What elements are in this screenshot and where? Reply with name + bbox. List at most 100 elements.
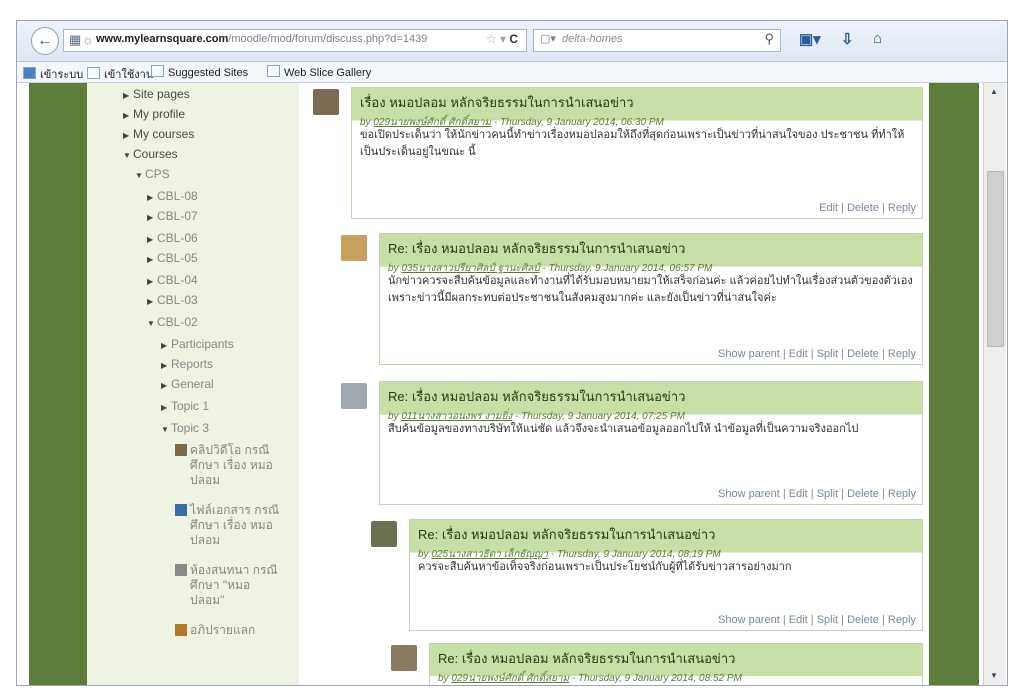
bookmarks-menu-icon[interactable]: ▣▾ [799, 30, 821, 48]
sidebar-resource[interactable]: ไฟล์เอกสาร กรณี ศึกษา เรื่อง หมอ ปลอม [175, 503, 279, 548]
sidebar-resource[interactable]: ห้องสนทนา กรณี ศึกษา "หมอ ปลอม" [175, 563, 278, 608]
reply-link[interactable]: Reply [888, 202, 916, 214]
sidebar-resource[interactable]: อภิปรายแลก [175, 623, 255, 638]
sidebar-item[interactable]: ▶ CBL-05 [147, 251, 198, 265]
sidebar-item[interactable]: ▶ CBL-08 [147, 189, 198, 203]
sidebar-item[interactable]: ▶ Participants [161, 337, 234, 351]
sidebar-item[interactable]: ▶ CBL-04 [147, 273, 198, 287]
delete-link[interactable]: Delete [847, 202, 879, 214]
sidebar-item-label: Site pages [133, 87, 190, 101]
scrollbar-thumb[interactable] [987, 171, 1004, 347]
sidebar-item[interactable]: ▼ CPS [135, 167, 170, 181]
reply-link[interactable]: Reply [888, 614, 916, 626]
author-link[interactable]: 029นายพงษ์ศักดิ์ ศักดิ์สยาม [451, 673, 569, 684]
sidebar-item[interactable]: ▶ Site pages [123, 87, 190, 101]
avatar[interactable] [371, 521, 397, 547]
collapsed-arrow-icon[interactable]: ▶ [147, 213, 157, 222]
collapsed-arrow-icon[interactable]: ▶ [147, 235, 157, 244]
edit-link[interactable]: Edit [789, 348, 808, 360]
reply-link[interactable]: Reply [888, 488, 916, 500]
forum-post: Re: เรื่อง หมอปลอม หลักจริยธรรมในการนำเส… [429, 643, 923, 685]
avatar[interactable] [391, 645, 417, 671]
search-engine-icon[interactable]: ▢▾ [540, 32, 556, 45]
expanded-arrow-icon[interactable]: ▼ [135, 171, 145, 180]
post-body: นักข่าวควรจะสืบค้นข้อมูลและทำงานที่ได้รั… [380, 266, 922, 313]
collapsed-arrow-icon[interactable]: ▶ [147, 297, 157, 306]
star-icon[interactable]: ☆ [486, 32, 497, 46]
sidebar-item-label: CPS [145, 167, 170, 181]
sidebar-item[interactable]: ▶ CBL-06 [147, 231, 198, 245]
bookmark-item[interactable]: เข้าระบบ [23, 65, 83, 83]
browser-toolbar: ← ▦ ☼ www.mylearnsquare.com/moodle/mod/f… [17, 21, 1007, 62]
post-commands: Show parent | Edit | Split | Delete | Re… [718, 488, 916, 500]
avatar[interactable] [313, 89, 339, 115]
home-icon[interactable]: ⌂ [873, 30, 882, 47]
sidebar-item-label: Topic 3 [171, 421, 210, 435]
sidebar-item[interactable]: ▶ General [161, 377, 214, 391]
show-parent-link[interactable]: Show parent [718, 348, 780, 360]
sidebar-item[interactable]: ▼ Topic 3 [161, 421, 209, 435]
reply-link[interactable]: Reply [888, 348, 916, 360]
search-icon[interactable]: ⚲ [764, 31, 774, 47]
collapsed-arrow-icon[interactable]: ▶ [147, 255, 157, 264]
sidebar-item[interactable]: ▼ Courses [123, 147, 178, 161]
collapsed-arrow-icon[interactable]: ▶ [161, 403, 171, 412]
sidebar-item[interactable]: ▶ CBL-07 [147, 209, 198, 223]
url-text: www.mylearnsquare.com/moodle/mod/forum/d… [96, 33, 428, 45]
byline-prefix: by [438, 673, 449, 684]
download-icon[interactable]: ⇩ [841, 30, 854, 48]
sidebar-item[interactable]: ▶ Topic 1 [161, 399, 209, 413]
sidebar-item[interactable]: ▶ My courses [123, 127, 194, 141]
collapsed-arrow-icon[interactable]: ▶ [147, 277, 157, 286]
split-link[interactable]: Split [817, 614, 838, 626]
back-button[interactable]: ← [31, 27, 59, 55]
edit-link[interactable]: Edit [789, 488, 808, 500]
sidebar-item-label: CBL-03 [157, 293, 198, 307]
collapsed-arrow-icon[interactable]: ▶ [123, 91, 133, 100]
delete-link[interactable]: Delete [847, 348, 879, 360]
bookmark-item[interactable]: เข้าใช้งาน [87, 65, 153, 83]
post-subject: Re: เรื่อง หมอปลอม หลักจริยธรรมในการนำเส… [418, 527, 716, 542]
expanded-arrow-icon[interactable]: ▼ [123, 151, 133, 160]
show-parent-link[interactable]: Show parent [718, 614, 780, 626]
show-parent-link[interactable]: Show parent [718, 488, 780, 500]
sidebar-item[interactable]: ▶ CBL-03 [147, 293, 198, 307]
post-subject: เรื่อง หมอปลอม หลักจริยธรรมในการนำเสนอข่… [360, 95, 634, 110]
collapsed-arrow-icon[interactable]: ▶ [123, 131, 133, 140]
collapsed-arrow-icon[interactable]: ▶ [161, 381, 171, 390]
avatar[interactable] [341, 235, 367, 261]
collapsed-arrow-icon[interactable]: ▶ [147, 193, 157, 202]
sidebar-item-label: CBL-07 [157, 209, 198, 223]
expanded-arrow-icon[interactable]: ▼ [161, 425, 171, 434]
address-bar[interactable]: ▦ ☼ www.mylearnsquare.com/moodle/mod/for… [63, 29, 527, 52]
sidebar-item[interactable]: ▶ Reports [161, 357, 213, 371]
sidebar-resource[interactable]: คลิปวิดีโอ กรณี ศึกษา เรื่อง หมอ ปลอม [175, 443, 273, 488]
collapsed-arrow-icon[interactable]: ▶ [161, 341, 171, 350]
delete-link[interactable]: Delete [847, 614, 879, 626]
bookmark-item[interactable]: Web Slice Gallery [267, 65, 371, 79]
scroll-down-icon[interactable]: ▼ [990, 671, 998, 680]
post-date: - Thursday, 9 January 2014, 08:52 PM [569, 673, 742, 684]
theme-border-right [929, 83, 979, 685]
search-box[interactable]: ▢▾ delta-homes ⚲ [533, 29, 781, 52]
collapsed-arrow-icon[interactable]: ▶ [123, 111, 133, 120]
resource-label: ปลอม" [190, 593, 225, 607]
dropdown-icon[interactable]: ▾ [500, 32, 506, 46]
reload-icon[interactable]: C [509, 32, 518, 46]
collapsed-arrow-icon[interactable]: ▶ [161, 361, 171, 370]
edit-link[interactable]: Edit [819, 202, 838, 214]
scroll-up-icon[interactable]: ▲ [990, 87, 998, 96]
split-link[interactable]: Split [817, 488, 838, 500]
split-link[interactable]: Split [817, 348, 838, 360]
sidebar-item[interactable]: ▶ My profile [123, 107, 185, 121]
avatar[interactable] [341, 383, 367, 409]
bookmark-item[interactable]: Suggested Sites [151, 65, 248, 79]
expanded-arrow-icon[interactable]: ▼ [147, 319, 157, 328]
sidebar-item[interactable]: ▼ CBL-02 [147, 315, 198, 329]
search-placeholder: delta-homes [562, 33, 623, 45]
page-scrollbar[interactable]: ▲ ▼ [983, 83, 1006, 685]
delete-link[interactable]: Delete [847, 488, 879, 500]
resource-label: ปลอม [190, 533, 221, 547]
edit-link[interactable]: Edit [789, 614, 808, 626]
resource-label: ศึกษา "หมอ [190, 578, 251, 592]
